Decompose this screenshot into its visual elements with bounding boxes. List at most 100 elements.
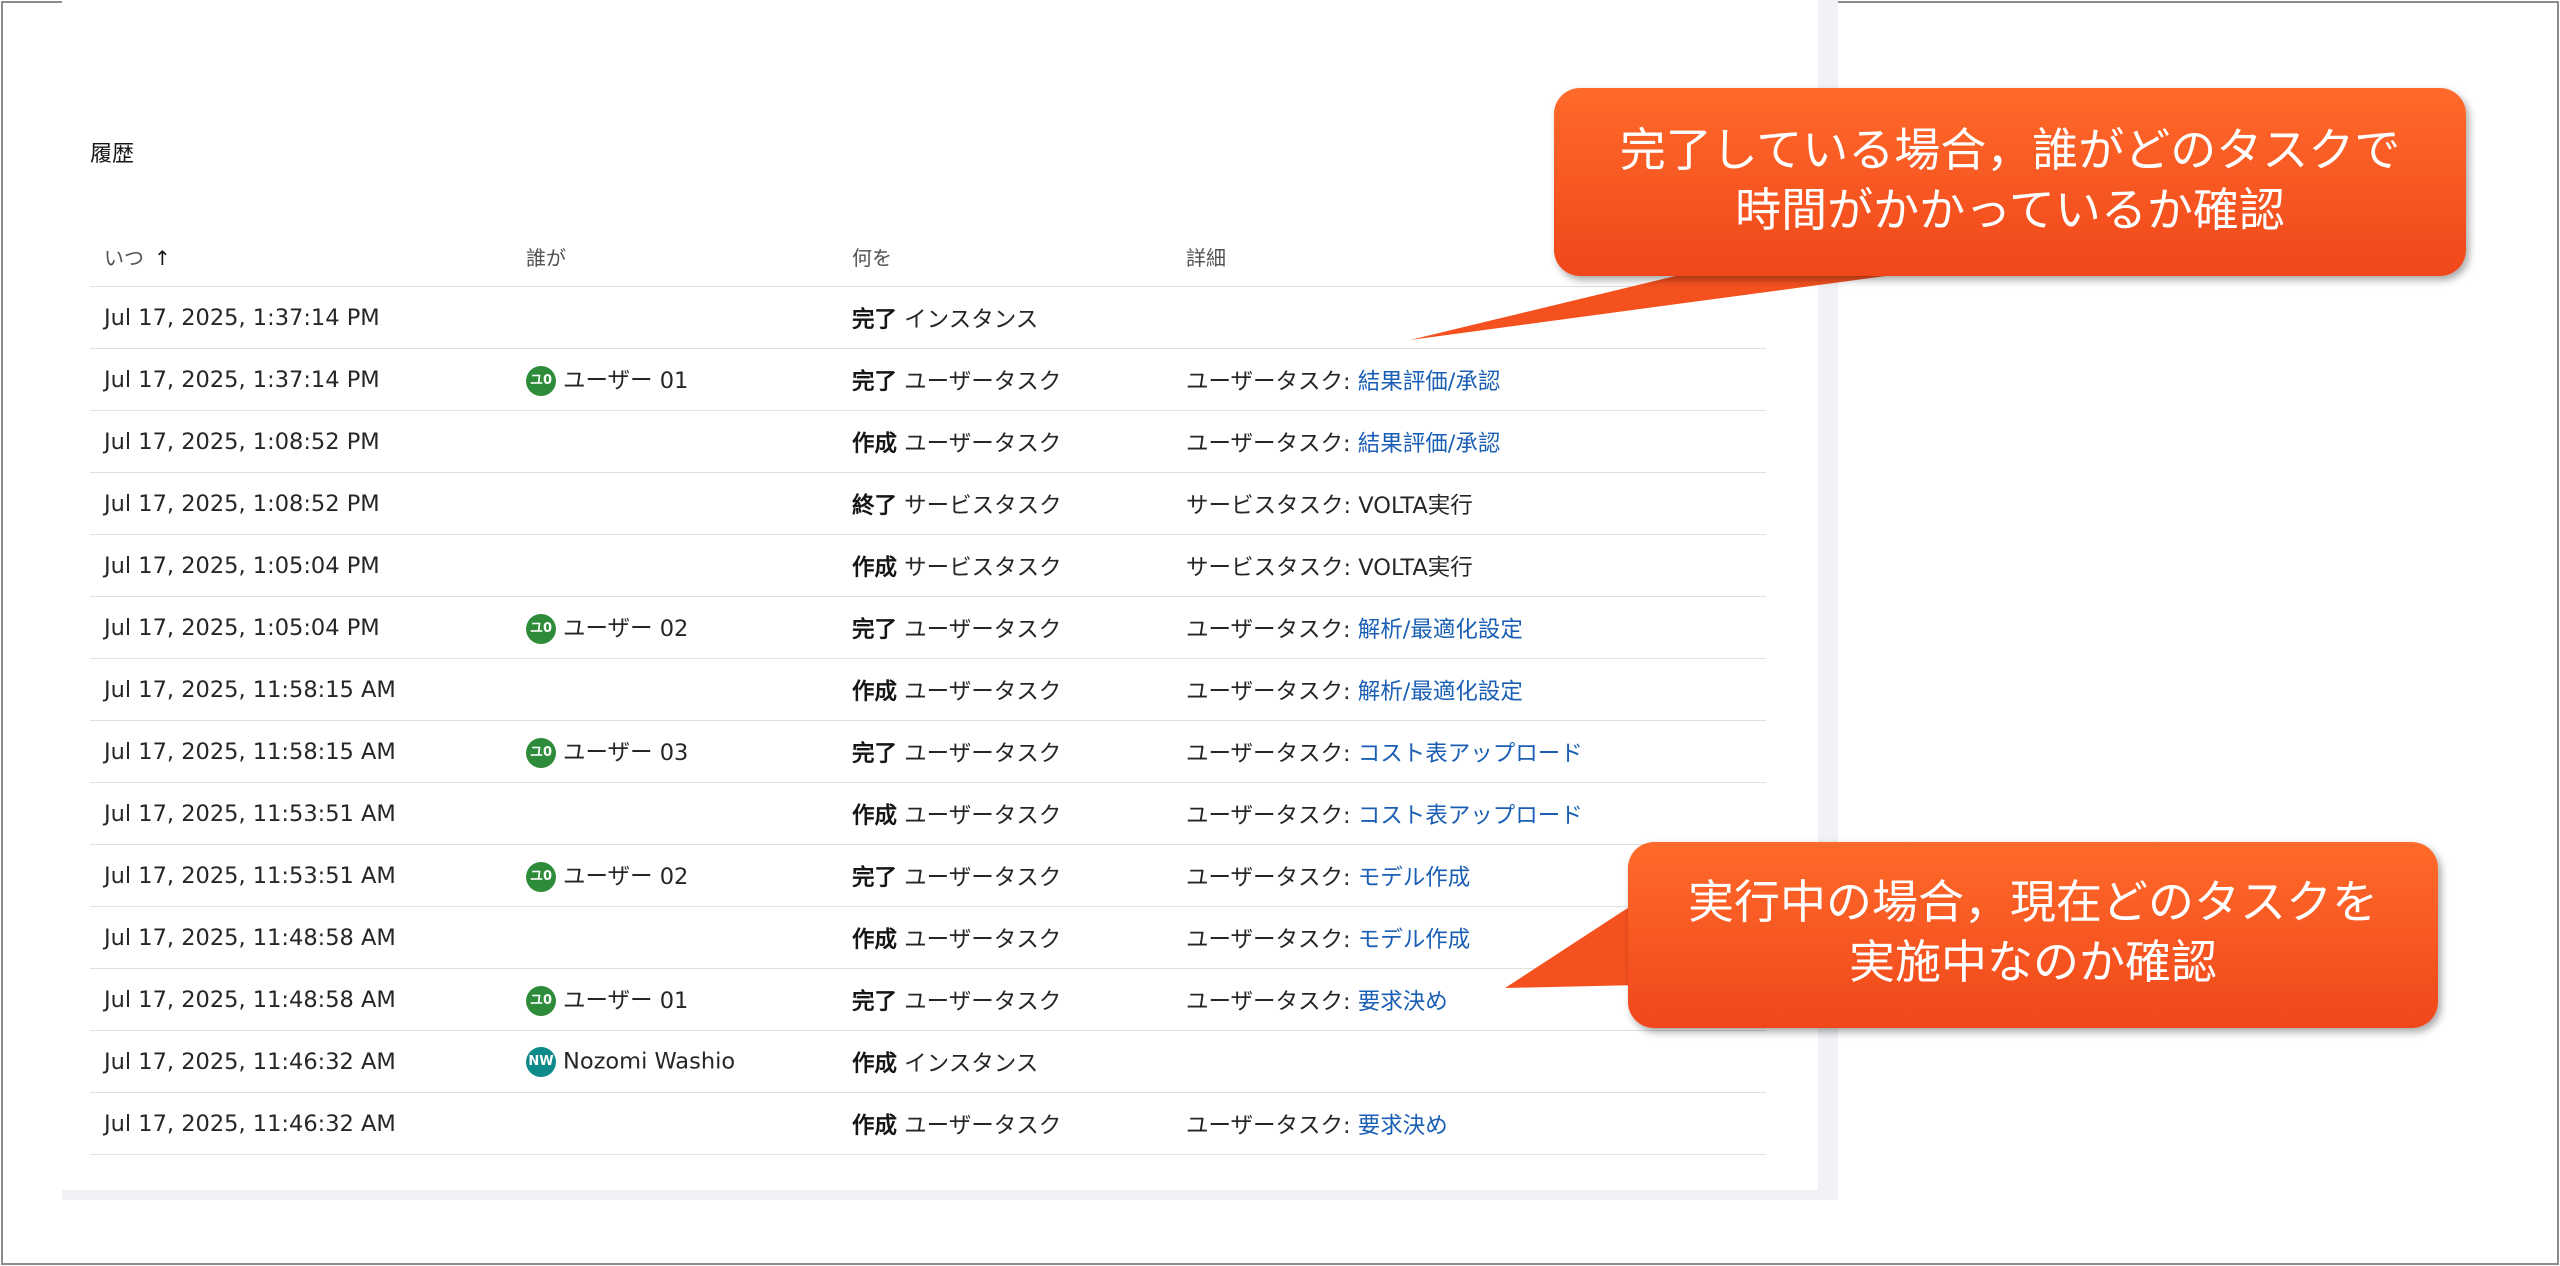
detail-prefix: ユーザータスク: bbox=[1186, 864, 1358, 891]
cell-who bbox=[512, 410, 838, 473]
cell-what: 作成 インスタンス bbox=[838, 1030, 1172, 1093]
cell-detail: サービスタスク: VOLTA実行 bbox=[1172, 472, 1766, 535]
action-verb: 終了 bbox=[852, 492, 898, 519]
cell-detail: ユーザータスク: 結果評価/承認 bbox=[1172, 348, 1766, 411]
action-object: ユーザータスク bbox=[904, 430, 1062, 457]
avatar: ユ0 bbox=[526, 366, 556, 397]
detail-prefix: ユーザータスク: bbox=[1186, 430, 1358, 457]
column-header-who-label: 誰が bbox=[526, 245, 566, 270]
cell-who: ユ0 ユーザー 01 bbox=[512, 348, 838, 411]
cell-who: ユ0 ユーザー 02 bbox=[512, 844, 838, 907]
table-row: Jul 17, 2025, 1:37:14 PM 完了 インスタンス bbox=[90, 286, 1766, 349]
table-row: Jul 17, 2025, 1:08:52 PM 作成 ユーザータスク ユーザータス… bbox=[90, 410, 1766, 473]
table-row: Jul 17, 2025, 1:37:14 PM ユ0 ユーザー 01 完了 ユーザー… bbox=[90, 348, 1766, 411]
detail-prefix: ユーザータスク: bbox=[1186, 368, 1358, 395]
column-header-when-label: いつ bbox=[104, 245, 144, 270]
cell-what: 完了 ユーザータスク bbox=[838, 844, 1172, 907]
detail-prefix: サービスタスク: bbox=[1186, 492, 1359, 519]
user-name: ユーザー 02 bbox=[563, 863, 689, 890]
cell-when: Jul 17, 2025, 1:08:52 PM bbox=[90, 410, 512, 473]
action-verb: 作成 bbox=[852, 554, 898, 581]
cell-when: Jul 17, 2025, 11:53:51 AM bbox=[90, 844, 512, 907]
task-link[interactable]: 解析/最適化設定 bbox=[1358, 617, 1523, 643]
detail-prefix: サービスタスク: bbox=[1186, 554, 1359, 581]
table-row: Jul 17, 2025, 1:05:04 PM 作成 サービスタスク サービスタス… bbox=[90, 534, 1766, 597]
task-link[interactable]: 要求決め bbox=[1358, 989, 1448, 1015]
action-verb: 作成 bbox=[852, 678, 898, 705]
section-title: 履歴 bbox=[90, 142, 135, 167]
user-name: ユーザー 01 bbox=[563, 987, 689, 1014]
cell-who bbox=[512, 534, 838, 597]
column-header-what-label: 何を bbox=[852, 245, 892, 270]
task-link[interactable]: 解析/最適化設定 bbox=[1358, 679, 1523, 705]
detail-prefix: ユーザータスク: bbox=[1186, 926, 1358, 953]
cell-detail: ユーザータスク: コスト表アップロード bbox=[1172, 782, 1766, 845]
cell-what: 作成 ユーザータスク bbox=[838, 1092, 1172, 1155]
user-name: ユーザー 01 bbox=[563, 367, 689, 394]
cell-what: 終了 サービスタスク bbox=[838, 472, 1172, 535]
table-row: Jul 17, 2025, 1:08:52 PM 終了 サービスタスク サービスタス… bbox=[90, 472, 1766, 535]
table-row: Jul 17, 2025, 11:46:32 AM 作成 ユーザータスク ユーザータ… bbox=[90, 1092, 1766, 1155]
avatar: NW bbox=[526, 1046, 556, 1077]
task-link[interactable]: 結果評価/承認 bbox=[1358, 431, 1501, 457]
task-link[interactable]: コスト表アップロード bbox=[1358, 741, 1583, 767]
cell-when: Jul 17, 2025, 1:08:52 PM bbox=[90, 472, 512, 535]
cell-when: Jul 17, 2025, 11:46:32 AM bbox=[90, 1092, 512, 1155]
cell-who bbox=[512, 782, 838, 845]
user-name: ユーザー 03 bbox=[563, 739, 689, 766]
callout-running-line1: 実行中の場合，現在どのタスクを bbox=[1688, 875, 2378, 929]
table-row: Jul 17, 2025, 11:48:58 AM ユ0 ユーザー 01 完了 ユーザ… bbox=[90, 968, 1766, 1031]
callout-running: 実行中の場合，現在どのタスクを 実施中なのか確認 bbox=[1628, 842, 2438, 1028]
table-row: Jul 17, 2025, 11:48:58 AM 作成 ユーザータスク ユーザータ… bbox=[90, 906, 1766, 969]
cell-who: ユ0 ユーザー 02 bbox=[512, 596, 838, 659]
action-object: ユーザータスク bbox=[904, 802, 1062, 829]
detail-prefix: ユーザータスク: bbox=[1186, 988, 1358, 1015]
cell-when: Jul 17, 2025, 1:37:14 PM bbox=[90, 348, 512, 411]
cell-what: 作成 サービスタスク bbox=[838, 534, 1172, 597]
callout-running-line2: 実施中なのか確認 bbox=[1849, 935, 2217, 989]
cell-detail: ユーザータスク: 要求決め bbox=[1172, 1092, 1766, 1155]
table-row: Jul 17, 2025, 11:58:15 AM ユ0 ユーザー 03 完了 ユーザ… bbox=[90, 720, 1766, 783]
cell-who: NW Nozomi Washio bbox=[512, 1030, 838, 1093]
cell-detail bbox=[1172, 1030, 1766, 1093]
cell-what: 作成 ユーザータスク bbox=[838, 658, 1172, 721]
callout-completed-line1: 完了している場合，誰がどのタスクで bbox=[1619, 123, 2401, 177]
cell-what: 完了 ユーザータスク bbox=[838, 596, 1172, 659]
table-header-row: いつ ↑ 誰が 何を 詳細 bbox=[90, 226, 1766, 287]
action-verb: 完了 bbox=[852, 864, 898, 891]
table-row: Jul 17, 2025, 11:53:51 AM ユ0 ユーザー 02 完了 ユーザ… bbox=[90, 844, 1766, 907]
avatar: ユ0 bbox=[526, 614, 556, 645]
table-row: Jul 17, 2025, 1:05:04 PM ユ0 ユーザー 02 完了 ユーザー… bbox=[90, 596, 1766, 659]
task-link[interactable]: モデル作成 bbox=[1358, 927, 1471, 953]
cell-who: ユ0 ユーザー 03 bbox=[512, 720, 838, 783]
action-verb: 完了 bbox=[852, 306, 898, 333]
detail-prefix: ユーザータスク: bbox=[1186, 678, 1358, 705]
column-header-when[interactable]: いつ ↑ bbox=[90, 226, 512, 287]
task-link[interactable]: コスト表アップロード bbox=[1358, 803, 1583, 829]
action-object: ユーザータスク bbox=[904, 864, 1062, 891]
cell-detail: サービスタスク: VOLTA実行 bbox=[1172, 534, 1766, 597]
column-header-who[interactable]: 誰が bbox=[512, 226, 838, 287]
avatar: ユ0 bbox=[526, 738, 556, 769]
history-table: いつ ↑ 誰が 何を 詳細 Jul 17, 2025, 1:37:14 PM 完了 … bbox=[90, 226, 1766, 1155]
cell-who bbox=[512, 286, 838, 349]
action-verb: 完了 bbox=[852, 616, 898, 643]
task-link[interactable]: モデル作成 bbox=[1358, 865, 1471, 891]
sort-ascending-icon[interactable]: ↑ bbox=[154, 246, 171, 270]
task-link[interactable]: 要求決め bbox=[1358, 1113, 1448, 1139]
action-object: インスタンス bbox=[904, 1050, 1039, 1077]
action-object: ユーザータスク bbox=[904, 368, 1062, 395]
table-row: Jul 17, 2025, 11:58:15 AM 作成 ユーザータスク ユーザータ… bbox=[90, 658, 1766, 721]
action-object: サービスタスク bbox=[904, 492, 1062, 519]
task-link[interactable]: 結果評価/承認 bbox=[1358, 369, 1501, 395]
column-header-what[interactable]: 何を bbox=[838, 226, 1172, 287]
action-object: インスタンス bbox=[904, 306, 1039, 333]
cell-what: 作成 ユーザータスク bbox=[838, 906, 1172, 969]
cell-detail: ユーザータスク: 解析/最適化設定 bbox=[1172, 596, 1766, 659]
cell-detail: ユーザータスク: 解析/最適化設定 bbox=[1172, 658, 1766, 721]
detail-text: VOLTA実行 bbox=[1358, 554, 1473, 581]
action-verb: 作成 bbox=[852, 802, 898, 829]
cell-who bbox=[512, 906, 838, 969]
callout-completed-line2: 時間がかかっているか確認 bbox=[1735, 183, 2285, 237]
action-object: ユーザータスク bbox=[904, 988, 1062, 1015]
